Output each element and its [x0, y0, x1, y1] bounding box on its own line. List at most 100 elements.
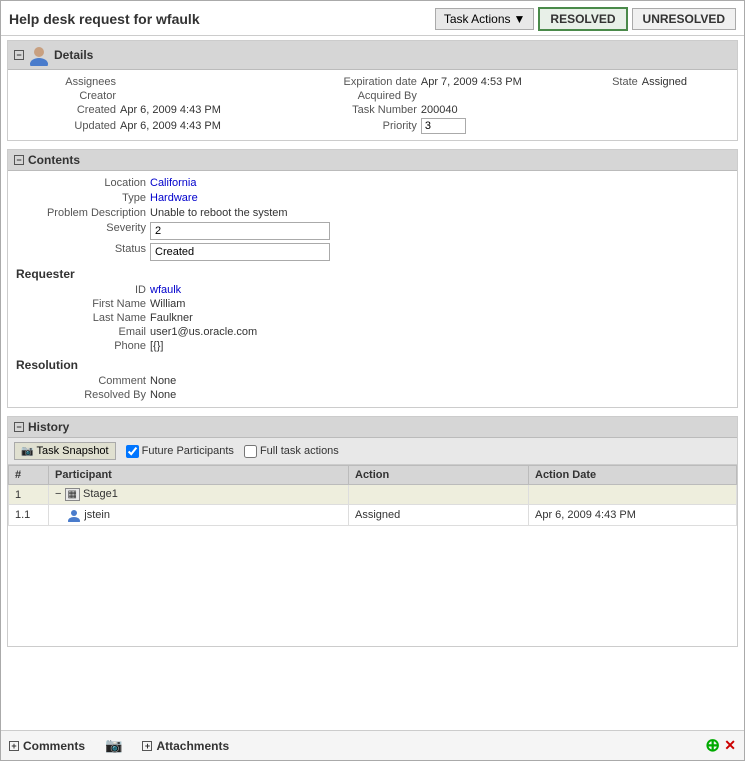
row1-participant: − ▦ Stage1 — [49, 485, 349, 505]
camera-icon: 📷 — [105, 737, 122, 754]
full-task-actions-checkbox-label[interactable]: Full task actions — [244, 445, 339, 458]
creator-label: Creator — [16, 90, 116, 102]
bottom-icons: ⊕ ✕ — [705, 735, 736, 756]
history-table-head: # Participant Action Action Date — [9, 466, 737, 485]
bottom-left: + Comments 📷 + Attachments — [9, 737, 229, 754]
avatar-icon — [28, 44, 50, 66]
task-number-label: Task Number — [267, 104, 417, 116]
future-participants-checkbox-label[interactable]: Future Participants — [126, 445, 234, 458]
location-value[interactable]: California — [150, 177, 729, 189]
comments-label: Comments — [23, 739, 85, 753]
history-toolbar: 📷 Task Snapshot Future Participants Full… — [8, 438, 737, 465]
email-value: user1@us.oracle.com — [150, 326, 729, 338]
resolution-header: Resolution — [16, 358, 729, 372]
empty-row — [9, 526, 737, 646]
full-task-actions-checkbox[interactable] — [244, 445, 257, 458]
comments-section: + Comments — [9, 739, 85, 753]
history-section: − History 📷 Task Snapshot Future Partici… — [7, 416, 738, 647]
requester-grid: ID wfaulk First Name William Last Name F… — [16, 284, 729, 352]
status-input[interactable] — [150, 243, 330, 261]
state-value: Assigned — [642, 76, 729, 88]
comment-value: None — [150, 375, 729, 387]
expiration-label: Expiration date — [267, 76, 417, 88]
row1-1-action: Assigned — [349, 505, 529, 526]
contents-section: − Contents Location California Type Hard… — [7, 149, 738, 408]
details-body: Assignees Expiration date Apr 7, 2009 4:… — [8, 70, 737, 140]
last-name-label: Last Name — [16, 312, 146, 324]
id-value[interactable]: wfaulk — [150, 284, 729, 296]
row1-1-number: 1.1 — [9, 505, 49, 526]
severity-input[interactable] — [150, 222, 330, 240]
page-header: Help desk request for wfaulk Task Action… — [1, 1, 744, 36]
priority-input[interactable] — [421, 118, 466, 134]
history-section-header: − History — [8, 417, 737, 438]
table-row: 1 − ▦ Stage1 — [9, 485, 737, 505]
details-grid: Assignees Expiration date Apr 7, 2009 4:… — [16, 76, 729, 134]
resolved-button[interactable]: RESOLVED — [538, 7, 627, 31]
row1-action-date — [529, 485, 737, 505]
history-collapse-icon[interactable]: − — [14, 422, 24, 432]
last-name-value: Faulkner — [150, 312, 729, 324]
history-table-container: # Participant Action Action Date 1 − ▦ S… — [8, 465, 737, 646]
table-row: 1.1 jstein Assigned Apr 6, 2009 4:43 PM — [9, 505, 737, 526]
resolved-by-label: Resolved By — [16, 389, 146, 401]
severity-label: Severity — [16, 222, 146, 234]
task-actions-button[interactable]: Task Actions ▼ — [435, 8, 535, 30]
row1-1-participant: jstein — [49, 505, 349, 526]
attachments-section: + Attachments — [142, 739, 229, 753]
created-value: Apr 6, 2009 4:43 PM — [120, 104, 263, 116]
type-label: Type — [16, 192, 146, 204]
requester-header: Requester — [16, 267, 729, 281]
snapshot-icon: 📷 — [21, 446, 33, 457]
dropdown-arrow-icon: ▼ — [514, 12, 526, 26]
resolution-grid: Comment None Resolved By None — [16, 375, 729, 401]
row1-1-action-date: Apr 6, 2009 4:43 PM — [529, 505, 737, 526]
task-snapshot-button[interactable]: 📷 Task Snapshot — [14, 442, 116, 460]
details-section-title: Details — [54, 48, 93, 62]
phone-value: [{}] — [150, 340, 729, 352]
task-actions-label: Task Actions — [444, 12, 511, 26]
first-name-value: William — [150, 298, 729, 310]
history-table-header-row: # Participant Action Action Date — [9, 466, 737, 485]
col-action-header: Action — [349, 466, 529, 485]
first-name-label: First Name — [16, 298, 146, 310]
expand-icon[interactable]: − — [55, 488, 61, 500]
contents-body: Location California Type Hardware Proble… — [8, 171, 737, 407]
unresolved-button[interactable]: UNRESOLVED — [632, 8, 736, 30]
comments-expand-icon[interactable]: + — [9, 741, 19, 751]
row1-participant-name: Stage1 — [83, 488, 118, 500]
phone-label: Phone — [16, 340, 146, 352]
type-value[interactable]: Hardware — [150, 192, 729, 204]
bottom-bar: + Comments 📷 + Attachments ⊕ ✕ — [1, 730, 744, 760]
remove-icon[interactable]: ✕ — [724, 737, 736, 754]
created-label: Created — [16, 104, 116, 116]
state-label: State — [568, 76, 638, 88]
details-collapse-icon[interactable]: − — [14, 50, 24, 60]
location-label: Location — [16, 177, 146, 189]
full-task-actions-label: Full task actions — [260, 445, 339, 457]
priority-label: Priority — [267, 120, 417, 132]
status-label: Status — [16, 243, 146, 255]
history-table: # Participant Action Action Date 1 − ▦ S… — [8, 465, 737, 646]
add-icon[interactable]: ⊕ — [705, 735, 720, 756]
attachments-expand-icon[interactable]: + — [142, 741, 152, 751]
future-participants-checkbox[interactable] — [126, 445, 139, 458]
details-section: − Details Assignees Expiration date Apr … — [7, 40, 738, 141]
header-actions: Task Actions ▼ RESOLVED UNRESOLVED — [435, 7, 736, 31]
problem-desc-value: Unable to reboot the system — [150, 207, 729, 219]
contents-collapse-icon[interactable]: − — [14, 155, 24, 165]
updated-label: Updated — [16, 120, 116, 132]
problem-desc-label: Problem Description — [16, 207, 146, 219]
email-label: Email — [16, 326, 146, 338]
id-label: ID — [16, 284, 146, 296]
row1-1-participant-name: jstein — [84, 509, 110, 521]
contents-section-header: − Contents — [8, 150, 737, 171]
table-row-empty — [9, 526, 737, 646]
stage-icon: ▦ — [65, 488, 80, 501]
task-snapshot-label: Task Snapshot — [36, 445, 108, 457]
details-section-header: − Details — [8, 41, 737, 70]
row1-action — [349, 485, 529, 505]
col-action-date-header: Action Date — [529, 466, 737, 485]
col-participant-header: Participant — [49, 466, 349, 485]
assignees-label: Assignees — [16, 76, 116, 88]
